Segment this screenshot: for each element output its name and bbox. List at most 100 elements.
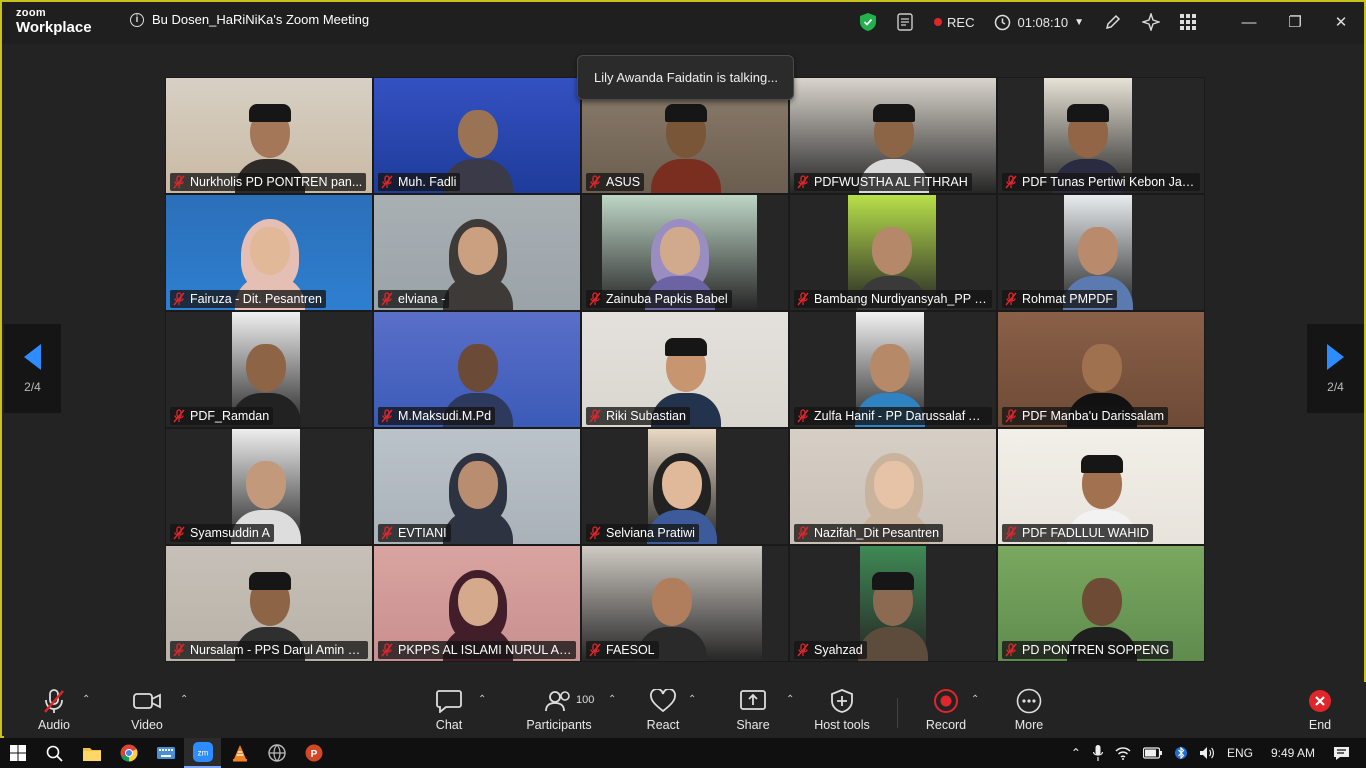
mic-muted-icon <box>44 689 64 713</box>
browser-app-button[interactable] <box>258 738 295 768</box>
vlc-button[interactable] <box>221 738 258 768</box>
arrow-left-icon <box>24 343 41 370</box>
share-button[interactable]: Share <box>718 688 788 732</box>
participant-name: Zainuba Papkis Babel <box>606 292 728 306</box>
recording-status[interactable]: REC <box>924 2 984 42</box>
end-meeting-button[interactable]: End <box>1285 688 1355 732</box>
video-button[interactable]: Video <box>112 688 182 732</box>
active-speaker-notice: Lily Awanda Faidatin is talking... <box>577 55 794 100</box>
video-tile[interactable]: Muh. Fadli <box>373 77 581 194</box>
keyboard-app-button[interactable] <box>147 738 184 768</box>
react-label: React <box>646 718 680 732</box>
video-tile[interactable]: Nazifah_Dit Pesantren <box>789 428 997 545</box>
participant-silhouette <box>443 453 513 544</box>
video-tile[interactable]: PKPPS AL ISLAMI NURUL AN... <box>373 545 581 662</box>
logo-zoom-text: zoom <box>16 7 46 19</box>
battery-icon <box>1142 747 1162 759</box>
video-tile[interactable]: Nurkholis PD PONTREN pan... <box>165 77 373 194</box>
chrome-button[interactable] <box>110 738 147 768</box>
folder-icon <box>82 747 101 761</box>
video-tile[interactable]: Zulfa Hanif - PP Darussalaf Al ... <box>789 311 997 428</box>
video-tile[interactable]: Fairuza - Dit. Pesantren <box>165 194 373 311</box>
video-options-caret[interactable]: ⌃ <box>180 694 188 705</box>
video-tile[interactable]: elviana - <box>373 194 581 311</box>
video-tile[interactable]: FAESOL <box>581 545 789 662</box>
participant-name-tag: Zulfa Hanif - PP Darussalaf Al ... <box>794 407 992 425</box>
meeting-info[interactable]: i Bu Dosen_HaRiNiKa's Zoom Meeting <box>130 12 369 27</box>
more-button[interactable]: More <box>994 688 1064 732</box>
info-icon[interactable]: i <box>130 12 144 27</box>
minimize-button[interactable]: — <box>1226 2 1272 42</box>
windows-taskbar: zm P ⌃ ENG 9:49 AM <box>0 738 1366 768</box>
language-indicator[interactable]: ENG <box>1221 738 1259 768</box>
search-button[interactable] <box>36 738 73 768</box>
annotate-button[interactable] <box>1094 2 1132 42</box>
powerpoint-button[interactable]: P <box>295 738 332 768</box>
mic-muted-icon <box>1005 175 1017 189</box>
participant-silhouette <box>651 104 721 193</box>
react-options-caret[interactable]: ⌃ <box>688 694 696 705</box>
video-tile[interactable]: Zainuba Papkis Babel <box>581 194 789 311</box>
participant-name-tag: elviana - <box>378 290 450 308</box>
record-options-caret[interactable]: ⌃ <box>971 694 979 705</box>
share-options-caret[interactable]: ⌃ <box>786 694 794 705</box>
restore-button[interactable]: ❐ <box>1272 2 1318 42</box>
notifications-button[interactable] <box>1327 738 1366 768</box>
zoom-taskbar-button[interactable]: zm <box>184 738 221 768</box>
prev-page-button[interactable]: 2/4 <box>4 324 61 413</box>
start-button[interactable] <box>0 738 36 768</box>
apps-button[interactable] <box>1170 2 1206 42</box>
mic-muted-icon <box>797 643 809 657</box>
video-tile[interactable]: PDFWUSTHA AL FITHRAH <box>789 77 997 194</box>
video-tile[interactable]: PDF FADLLUL WAHID <box>997 428 1205 545</box>
audio-options-caret[interactable]: ⌃ <box>82 694 90 705</box>
meeting-timer[interactable]: 01:08:10 ▼ <box>984 2 1094 42</box>
microphone-icon <box>1092 745 1103 761</box>
wifi-tray-button[interactable] <box>1109 738 1137 768</box>
volume-tray-button[interactable] <box>1193 738 1221 768</box>
ai-companion-button[interactable] <box>1132 2 1170 42</box>
participant-name: Bambang Nurdiyansyah_PP Bi... <box>814 292 988 306</box>
logo-workplace-text: Workplace <box>16 19 92 36</box>
video-tile[interactable]: Syahzad <box>789 545 997 662</box>
video-tile[interactable]: PD PONTREN SOPPENG <box>997 545 1205 662</box>
participants-options-caret[interactable]: ⌃ <box>608 694 616 705</box>
next-page-button[interactable]: 2/4 <box>1307 324 1364 413</box>
video-tile[interactable]: Bambang Nurdiyansyah_PP Bi... <box>789 194 997 311</box>
bluetooth-tray-button[interactable] <box>1169 738 1193 768</box>
video-tile[interactable]: Selviana Pratiwi <box>581 428 789 545</box>
audio-button[interactable]: Audio <box>19 688 89 732</box>
video-tile[interactable]: Nursalam - PPS Darul Amin - ... <box>165 545 373 662</box>
mic-tray-button[interactable] <box>1087 738 1109 768</box>
participant-name: PDF Tunas Pertiwi Kebon Jam... <box>1022 175 1196 189</box>
video-tile[interactable]: PDF Manba'u Darissalam <box>997 311 1205 428</box>
video-tile[interactable]: Syamsuddin A <box>165 428 373 545</box>
tray-overflow-button[interactable]: ⌃ <box>1065 738 1087 768</box>
participants-icon <box>545 691 570 712</box>
participant-name: M.Maksudi.M.Pd <box>398 409 492 423</box>
video-label: Video <box>131 718 163 732</box>
mic-muted-icon <box>797 409 809 423</box>
participant-name: Muh. Fadli <box>398 175 457 189</box>
clock-time[interactable]: 9:49 AM <box>1259 738 1327 768</box>
file-explorer-button[interactable] <box>73 738 110 768</box>
meeting-toolbar: Audio ⌃ Video ⌃ Chat ⌃ Participants 100 … <box>4 682 1366 738</box>
notes-icon <box>897 13 913 31</box>
encryption-shield[interactable] <box>850 2 886 42</box>
mic-muted-icon <box>797 292 809 306</box>
close-window-button[interactable]: ✕ <box>1318 2 1364 42</box>
participants-count: 100 <box>576 694 595 706</box>
host-tools-button[interactable]: Host tools <box>807 688 877 732</box>
notes-button[interactable] <box>886 2 924 42</box>
video-tile[interactable]: PDF_Ramdan <box>165 311 373 428</box>
video-tile[interactable]: Rohmat PMPDF <box>997 194 1205 311</box>
chat-options-caret[interactable]: ⌃ <box>478 694 486 705</box>
video-tile[interactable]: PDF Tunas Pertiwi Kebon Jam... <box>997 77 1205 194</box>
chat-button[interactable]: Chat <box>414 688 484 732</box>
mic-muted-icon <box>1005 526 1017 540</box>
video-tile[interactable]: EVTIANI <box>373 428 581 545</box>
video-tile[interactable]: M.Maksudi.M.Pd <box>373 311 581 428</box>
host-tools-label: Host tools <box>814 718 870 732</box>
battery-tray-button[interactable] <box>1137 738 1169 768</box>
video-tile[interactable]: Riki Subastian <box>581 311 789 428</box>
